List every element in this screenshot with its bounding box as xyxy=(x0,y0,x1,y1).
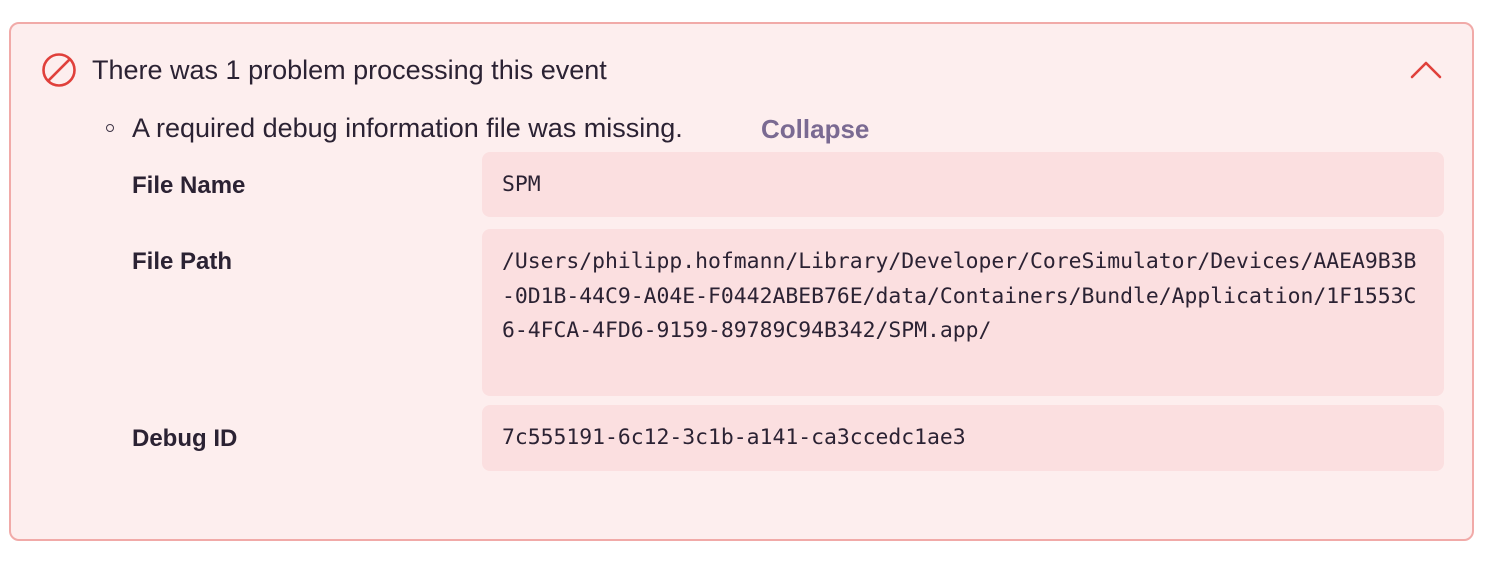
bullet-circle-icon xyxy=(106,124,114,132)
collapse-link[interactable]: Collapse xyxy=(761,111,869,147)
file-name-label: File Name xyxy=(132,172,246,199)
file-name-value: SPM xyxy=(482,152,1444,217)
error-alert-panel: There was 1 problem processing this even… xyxy=(9,22,1474,541)
circle-slash-icon xyxy=(41,52,77,88)
debug-id-label: Debug ID xyxy=(132,425,238,452)
alert-header[interactable]: There was 1 problem processing this even… xyxy=(11,24,1472,114)
alert-title: There was 1 problem processing this even… xyxy=(92,55,607,85)
file-path-value: /Users/philipp.hofmann/Library/Developer… xyxy=(482,229,1444,396)
file-path-label: File Path xyxy=(132,248,233,275)
problem-message: A required debug information file was mi… xyxy=(132,113,683,143)
debug-id-value: 7c555191-6c12-3c1b-a141-ca3ccedc1ae3 xyxy=(482,405,1444,471)
chevron-up-icon[interactable] xyxy=(1408,54,1444,86)
